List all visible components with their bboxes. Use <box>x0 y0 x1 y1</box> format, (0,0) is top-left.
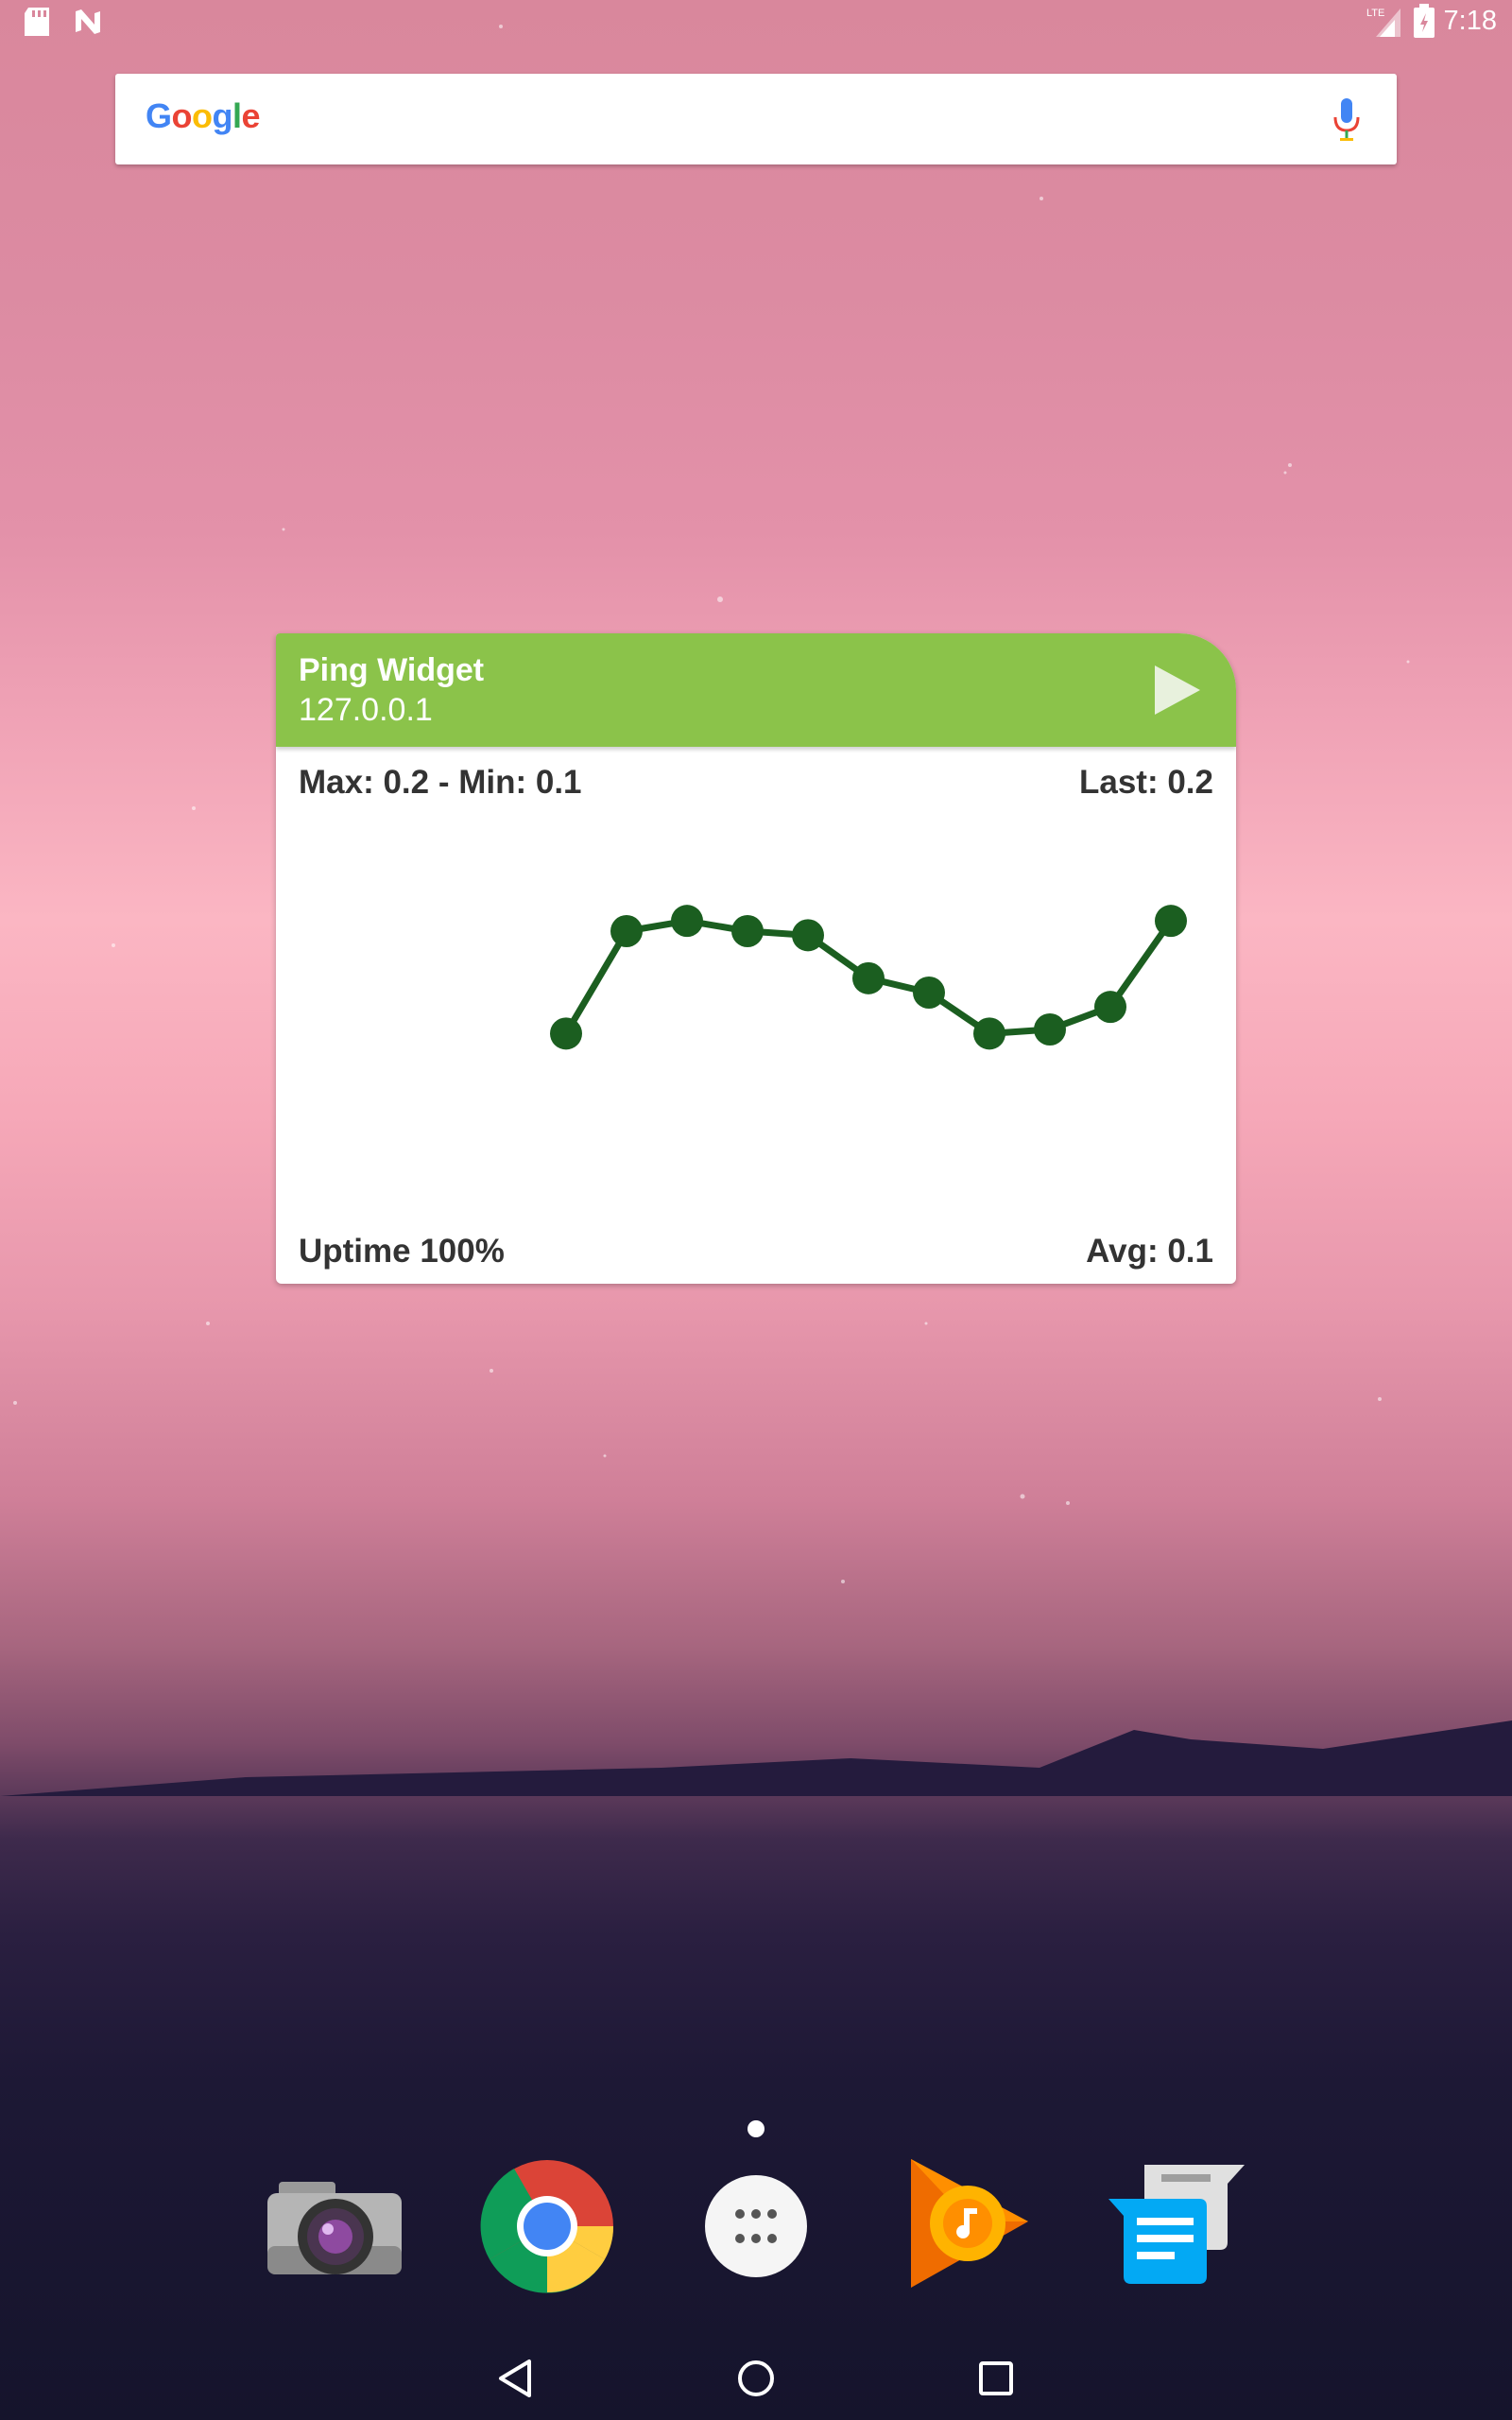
chrome-icon <box>480 2160 614 2293</box>
messages-icon <box>1108 2165 1245 2284</box>
widget-title: Ping Widget <box>299 652 485 688</box>
ping-data-point <box>973 1017 1005 1050</box>
google-logo-letter: l <box>232 96 242 135</box>
recents-icon[interactable] <box>970 2352 1022 2405</box>
ping-data-point <box>671 905 703 938</box>
clock: 7:18 <box>1443 5 1497 36</box>
google-logo-letter: e <box>241 96 261 135</box>
last-label: Last: 0.2 <box>1079 764 1213 801</box>
google-logo-letter: o <box>192 96 213 135</box>
ping-data-point <box>913 977 945 1009</box>
app-drawer[interactable] <box>685 2155 827 2297</box>
battery-icon <box>1413 4 1435 38</box>
google-logo-letter: o <box>171 96 193 135</box>
ping-data-point <box>1034 1013 1066 1046</box>
ping-widget[interactable]: Ping Widget 127.0.0.1 Max: 0.2 - Min: 0.… <box>276 633 1236 1284</box>
home-icon[interactable] <box>730 2352 782 2405</box>
play-icon[interactable] <box>1151 664 1204 717</box>
status-bar: LTE 7:18 <box>0 0 1512 45</box>
google-logo-letter: G <box>146 96 172 135</box>
max-min-label: Max: 0.2 - Min: 0.1 <box>299 764 582 801</box>
widget-header: Ping Widget 127.0.0.1 <box>276 633 1236 747</box>
ping-data-point <box>1155 905 1187 938</box>
google-logo-letter: g <box>212 96 233 135</box>
ping-data-point <box>731 915 764 947</box>
camera-icon <box>267 2182 402 2274</box>
ping-data-point <box>610 915 643 947</box>
widget-host: 127.0.0.1 <box>299 692 433 728</box>
sd-card-icon <box>25 8 49 36</box>
network-label: LTE <box>1366 8 1384 19</box>
mic-icon[interactable] <box>1332 98 1361 142</box>
play-music-app[interactable] <box>894 2155 1036 2297</box>
ping-data-point <box>852 961 885 994</box>
camera-app[interactable] <box>264 2155 405 2297</box>
ping-data-point <box>1094 991 1126 1024</box>
ping-data-point <box>550 1017 582 1050</box>
page-indicator <box>747 2120 765 2137</box>
n-notification-icon <box>76 9 100 34</box>
back-icon[interactable] <box>490 2352 542 2405</box>
play-music-icon <box>911 2159 1028 2288</box>
chrome-app[interactable] <box>476 2155 618 2297</box>
avg-label: Avg: 0.1 <box>1086 1233 1213 1270</box>
google-search-bar[interactable]: Google <box>115 74 1397 164</box>
app-drawer-icon <box>705 2175 807 2277</box>
ping-data-point <box>792 919 824 952</box>
signal-icon: LTE <box>1366 8 1400 37</box>
ping-chart <box>550 905 1187 1050</box>
uptime-label: Uptime 100% <box>299 1233 505 1270</box>
messages-app[interactable] <box>1105 2155 1246 2297</box>
google-logo[interactable]: Google <box>146 96 261 136</box>
